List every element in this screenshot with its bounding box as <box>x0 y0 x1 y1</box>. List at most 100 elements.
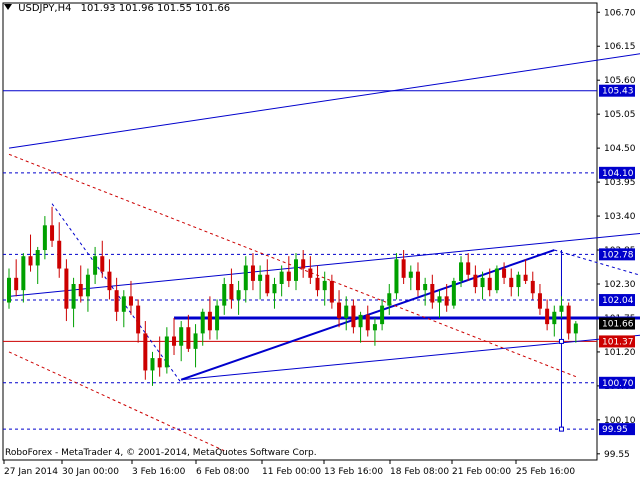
candle-body <box>322 280 327 291</box>
price-label-text: 99.95 <box>602 425 628 435</box>
candle-body <box>430 283 435 303</box>
candle-body <box>516 274 521 288</box>
candle-body <box>329 280 334 303</box>
plot-frame <box>2 2 598 461</box>
price-label-text: 101.37 <box>602 337 634 347</box>
candle-body <box>143 333 148 371</box>
x-tick-label: 6 Feb 08:00 <box>196 467 250 477</box>
candle-body <box>351 305 356 328</box>
candle-body <box>308 268 313 278</box>
candle-body <box>35 250 40 266</box>
candle-body <box>121 296 126 312</box>
price-label-text: 100.70 <box>602 379 634 389</box>
candle-body <box>523 274 528 281</box>
candle-body <box>401 259 406 278</box>
candle-body <box>415 271 420 291</box>
target-marker-mid <box>558 338 564 344</box>
candle-body <box>566 305 571 334</box>
candle-body <box>530 280 535 294</box>
candle-body <box>200 311 205 334</box>
candle-body <box>301 259 306 269</box>
y-tick-label: 99.55 <box>604 450 630 460</box>
candle-body <box>57 240 62 269</box>
candle-body <box>222 283 227 306</box>
price-label-text: 104.10 <box>602 169 634 179</box>
y-tick-label: 103.40 <box>604 212 636 222</box>
x-tick-label: 18 Feb 08:00 <box>390 467 449 477</box>
candle-body <box>265 274 270 294</box>
candle-body <box>100 256 105 272</box>
chart-header: USDJPY,H4 101.93 101.96 101.55 101.66 <box>4 3 230 14</box>
candle-body <box>272 283 277 294</box>
candle-body <box>64 268 69 309</box>
candle-body <box>150 358 155 371</box>
candle-body <box>537 293 542 309</box>
candle-body <box>71 283 76 309</box>
candle-body <box>279 271 284 284</box>
candle-body <box>78 283 83 297</box>
candle-body <box>28 256 33 266</box>
candle-body <box>215 305 220 331</box>
price-label-text: 105.43 <box>602 87 634 97</box>
candle-body <box>85 274 90 297</box>
candle-body <box>437 296 442 303</box>
price-label-text: 102.78 <box>602 250 634 260</box>
x-tick-label: 27 Jan 2014 <box>4 467 58 477</box>
candle-body <box>258 274 263 281</box>
candle-body <box>286 271 291 281</box>
candle-body <box>193 333 198 349</box>
candle-body <box>451 280 456 306</box>
y-tick-label: 106.15 <box>604 42 636 52</box>
candle-body <box>487 277 492 291</box>
y-tick-label: 105.05 <box>604 110 636 120</box>
y-tick-label: 106.70 <box>604 8 636 18</box>
y-tick-label: 101.20 <box>604 348 636 358</box>
y-tick-label: 104.50 <box>604 144 636 154</box>
candle-body <box>315 277 320 291</box>
candle-body <box>372 324 377 331</box>
candle-body <box>172 336 177 346</box>
y-tick-label: 103.95 <box>604 178 636 188</box>
candle-body <box>243 265 248 291</box>
candle-body <box>394 259 399 294</box>
candle-body <box>473 274 478 288</box>
candle-body <box>229 283 234 300</box>
candle-body <box>358 314 363 328</box>
candle-body <box>294 259 298 281</box>
candle-body <box>114 290 119 312</box>
candle-body <box>408 271 413 278</box>
x-tick-label: 25 Feb 16:00 <box>516 467 575 477</box>
candle-body <box>480 277 485 288</box>
candle-body <box>494 268 499 291</box>
candle-body <box>380 305 385 325</box>
candle-body <box>157 358 162 368</box>
candle-body <box>107 271 112 291</box>
collapse-triangle-icon <box>4 4 12 10</box>
candle-body <box>179 327 184 346</box>
candle-body <box>387 293 392 306</box>
x-tick-label: 3 Feb 16:00 <box>132 467 186 477</box>
x-tick-label: 11 Feb 00:00 <box>262 467 321 477</box>
candle-body <box>344 305 349 318</box>
x-tick-label: 13 Feb 16:00 <box>324 467 383 477</box>
red-lower-line <box>8 351 225 452</box>
target-marker-low <box>558 426 564 432</box>
candle-body <box>136 305 141 334</box>
candle-body <box>42 225 47 251</box>
symbol-label: USDJPY,H4 <box>18 3 72 14</box>
candle-body <box>21 256 26 291</box>
candle-body <box>7 277 11 303</box>
price-label-text: 102.04 <box>602 296 634 306</box>
candle-body <box>459 262 464 281</box>
candle-body <box>93 256 98 275</box>
candle-body <box>50 225 55 241</box>
candle-body <box>545 308 550 325</box>
upper-channel-line <box>8 53 640 149</box>
price-chart[interactable]: 106.70106.15105.60105.05104.50103.95103.… <box>0 0 640 480</box>
x-tick-label: 30 Jan 00:00 <box>62 467 119 477</box>
candle-body <box>466 262 471 275</box>
candle-body <box>423 283 428 291</box>
candle-body <box>502 268 507 278</box>
x-tick-label: 21 Feb 00:00 <box>452 467 511 477</box>
candle-body <box>552 311 557 325</box>
